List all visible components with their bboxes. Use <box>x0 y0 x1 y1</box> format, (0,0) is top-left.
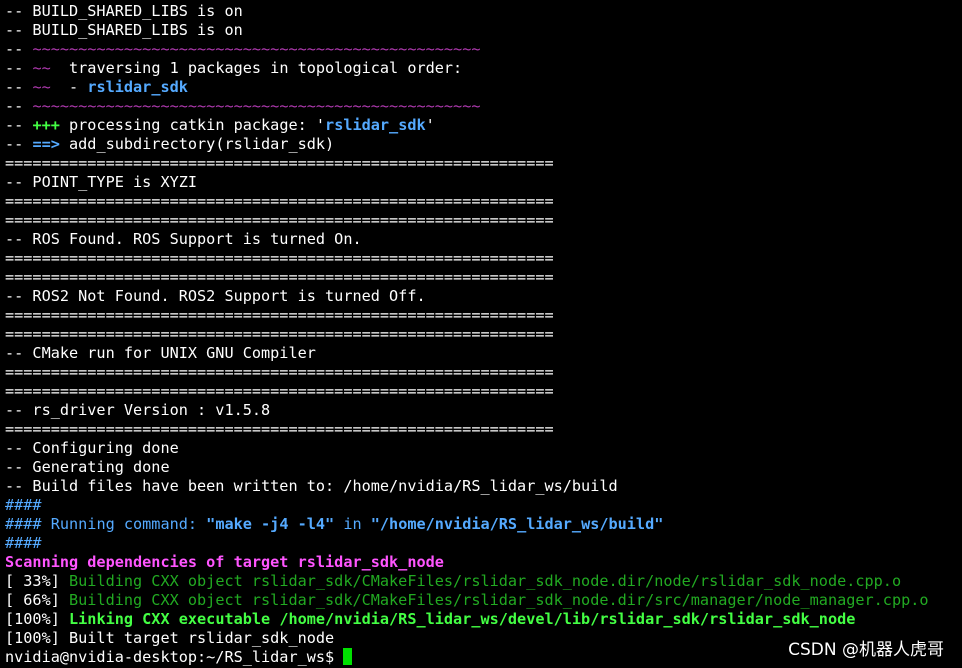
terminal-line: -- ROS2 Not Found. ROS2 Support is turne… <box>5 287 960 306</box>
terminal-text: "make -j4 -l4" <box>206 515 335 533</box>
terminal-text: -- POINT_TYPE is XYZI <box>5 173 198 191</box>
terminal-text: ==> <box>32 135 60 153</box>
terminal-line: [ 33%] Building CXX object rslidar_sdk/C… <box>5 572 960 591</box>
terminal-text: -- <box>5 40 33 58</box>
terminal-text: processing catkin package: ' <box>59 116 326 134</box>
terminal-text: Linking CXX executable /home/nvidia/RS_l… <box>69 610 856 628</box>
terminal-line: -- +++ processing catkin package: 'rslid… <box>5 116 960 135</box>
terminal-line: -- Generating done <box>5 458 960 477</box>
shell-prompt: nvidia@nvidia-desktop:~/RS_lidar_ws$ <box>5 648 344 666</box>
terminal-text: Scanning dependencies of target rslidar_… <box>5 553 444 571</box>
terminal-output[interactable]: -- BUILD_SHARED_LIBS is on -- BUILD_SHARE… <box>5 2 960 667</box>
terminal-line: #### <box>5 534 960 553</box>
csdn-watermark: CSDN @机器人虎哥 <box>788 640 944 660</box>
terminal-line: Scanning dependencies of target rslidar_… <box>5 553 960 572</box>
terminal-line: -- BUILD_SHARED_LIBS is on <box>5 21 960 40</box>
terminal-text: -- <box>5 59 33 77</box>
terminal-text: in <box>334 515 371 533</box>
terminal-line: -- ~~~~~~~~~~~~~~~~~~~~~~~~~~~~~~~~~~~~~… <box>5 40 960 59</box>
terminal-text: ========================================… <box>5 363 554 381</box>
terminal-line: -- ~~ traversing 1 packages in topologic… <box>5 59 960 78</box>
terminal-text: -- Generating done <box>5 458 170 476</box>
terminal-text: - <box>50 78 88 96</box>
terminal-text: ========================================… <box>5 249 554 267</box>
terminal-line: ========================================… <box>5 249 960 268</box>
terminal-line: -- ==> add_subdirectory(rslidar_sdk) <box>5 135 960 154</box>
terminal-text: +++ <box>32 116 60 134</box>
terminal-line: ========================================… <box>5 192 960 211</box>
terminal-line: -- CMake run for UNIX GNU Compiler <box>5 344 960 363</box>
terminal-text: [ 66%] <box>5 591 70 609</box>
terminal-text: "/home/nvidia/RS_lidar_ws/build" <box>370 515 664 533</box>
terminal-text: Building CXX object rslidar_sdk/CMakeFil… <box>69 591 929 609</box>
terminal-text: -- <box>5 135 33 153</box>
terminal-text: -- ROS2 Not Found. ROS2 Support is turne… <box>5 287 426 305</box>
terminal-line: #### <box>5 496 960 515</box>
terminal-line: ========================================… <box>5 306 960 325</box>
terminal-text: -- <box>5 97 33 115</box>
terminal-text: ========================================… <box>5 420 554 438</box>
terminal-line: [100%] Linking CXX executable /home/nvid… <box>5 610 960 629</box>
terminal-text: [ 33%] <box>5 572 70 590</box>
terminal-text: ========================================… <box>5 325 554 343</box>
terminal-text: rslidar_sdk <box>87 78 188 96</box>
terminal-line: -- Build files have been written to: /ho… <box>5 477 960 496</box>
terminal-text: traversing 1 packages in topological ord… <box>50 59 463 77</box>
terminal-line: ========================================… <box>5 325 960 344</box>
terminal-line: -- ~~ - rslidar_sdk <box>5 78 960 97</box>
terminal-text: ' <box>425 116 435 134</box>
terminal-text: -- Build files have been written to: /ho… <box>5 477 618 495</box>
terminal-text: rslidar_sdk <box>325 116 426 134</box>
terminal-text: [100%] <box>5 610 70 628</box>
terminal-text: -- <box>5 78 33 96</box>
terminal-text: -- Configuring done <box>5 439 179 457</box>
terminal-line: -- rs_driver Version : v1.5.8 <box>5 401 960 420</box>
terminal-line: -- Configuring done <box>5 439 960 458</box>
terminal-text: ========================================… <box>5 382 554 400</box>
terminal-text: #### <box>5 515 42 533</box>
terminal-line: ========================================… <box>5 363 960 382</box>
terminal-text: ~~~~~~~~~~~~~~~~~~~~~~~~~~~~~~~~~~~~~~~~… <box>32 40 481 58</box>
terminal-text: ========================================… <box>5 211 554 229</box>
terminal-text: ========================================… <box>5 306 554 324</box>
terminal-text: -- BUILD_SHARED_LIBS is on <box>5 2 243 20</box>
terminal-line: ========================================… <box>5 382 960 401</box>
terminal-text: Running command: <box>41 515 207 533</box>
terminal-text: -- BUILD_SHARED_LIBS is on <box>5 21 243 39</box>
terminal-text: #### <box>5 534 42 552</box>
cursor-block <box>343 648 353 665</box>
terminal-line: -- POINT_TYPE is XYZI <box>5 173 960 192</box>
terminal-text: ~~ <box>32 78 51 96</box>
terminal-text: ========================================… <box>5 154 554 172</box>
terminal-text: #### <box>5 496 42 514</box>
terminal-text: ========================================… <box>5 268 554 286</box>
terminal-text: Building CXX object rslidar_sdk/CMakeFil… <box>69 572 902 590</box>
terminal-text: ========================================… <box>5 192 554 210</box>
terminal-text: add_subdirectory(rslidar_sdk) <box>59 135 335 153</box>
terminal-text: ~~~~~~~~~~~~~~~~~~~~~~~~~~~~~~~~~~~~~~~~… <box>32 97 481 115</box>
terminal-line: -- BUILD_SHARED_LIBS is on <box>5 2 960 21</box>
terminal-line: ========================================… <box>5 420 960 439</box>
terminal-line: ========================================… <box>5 154 960 173</box>
terminal-text: -- rs_driver Version : v1.5.8 <box>5 401 271 419</box>
terminal-text: -- <box>5 116 33 134</box>
terminal-line: [ 66%] Building CXX object rslidar_sdk/C… <box>5 591 960 610</box>
terminal-line: ========================================… <box>5 268 960 287</box>
terminal-line: -- ROS Found. ROS Support is turned On. <box>5 230 960 249</box>
terminal-line: -- ~~~~~~~~~~~~~~~~~~~~~~~~~~~~~~~~~~~~~… <box>5 97 960 116</box>
terminal-line: #### Running command: "make -j4 -l4" in … <box>5 515 960 534</box>
terminal-text: -- CMake run for UNIX GNU Compiler <box>5 344 316 362</box>
terminal-line: ========================================… <box>5 211 960 230</box>
terminal-text: -- ROS Found. ROS Support is turned On. <box>5 230 362 248</box>
terminal-text: ~~ <box>32 59 51 77</box>
terminal-text: [100%] Built target rslidar_sdk_node <box>5 629 335 647</box>
